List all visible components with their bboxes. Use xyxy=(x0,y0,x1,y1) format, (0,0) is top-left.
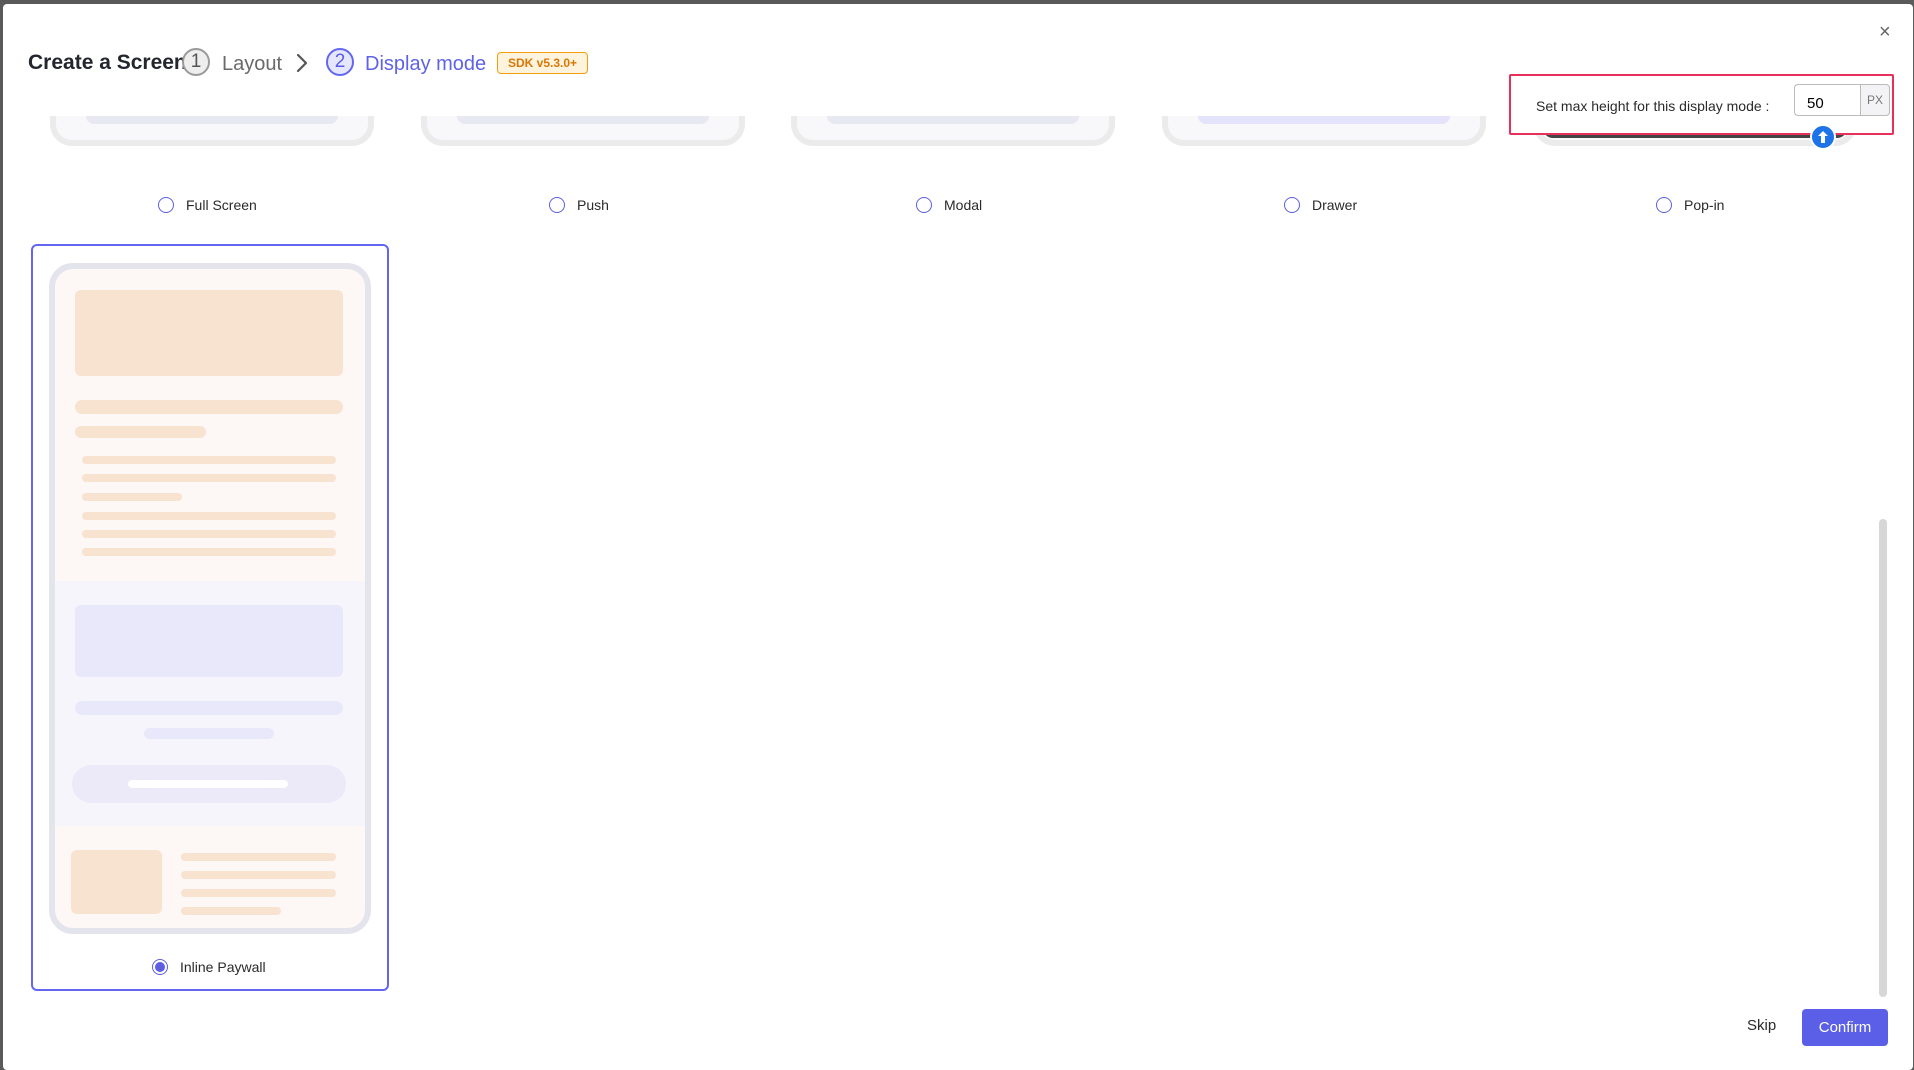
step-2-label[interactable]: Display mode xyxy=(365,53,486,76)
option-label: Push xyxy=(577,197,609,213)
radio-drawer[interactable] xyxy=(1284,197,1300,213)
option-full-screen[interactable]: Full Screen xyxy=(158,197,257,213)
option-pop-in[interactable]: Pop-in xyxy=(1656,197,1724,213)
option-inline-paywall[interactable]: Inline Paywall xyxy=(152,959,266,975)
max-height-unit: PX xyxy=(1860,84,1890,116)
option-label: Inline Paywall xyxy=(180,959,266,975)
step-1-indicator[interactable]: 1 xyxy=(182,48,210,76)
radio-modal[interactable] xyxy=(916,197,932,213)
radio-full-screen[interactable] xyxy=(158,197,174,213)
option-label: Pop-in xyxy=(1684,197,1725,213)
vertical-scrollbar[interactable] xyxy=(1879,519,1887,997)
confirm-button[interactable]: Confirm xyxy=(1802,1009,1888,1046)
option-label: Modal xyxy=(944,197,983,213)
modal-title: Create a Screen xyxy=(28,51,187,74)
sdk-version-badge: SDK v5.3.0+ xyxy=(497,52,589,74)
radio-pop-in[interactable] xyxy=(1656,197,1672,213)
option-drawer[interactable]: Drawer xyxy=(1284,197,1357,213)
chevron-right-icon xyxy=(296,53,308,73)
radio-inline-paywall[interactable] xyxy=(152,959,168,975)
resize-handle-icon[interactable] xyxy=(1810,124,1836,150)
option-modal[interactable]: Modal xyxy=(916,197,982,213)
max-height-input[interactable] xyxy=(1794,84,1860,116)
radio-push[interactable] xyxy=(549,197,565,213)
inline-paywall-card[interactable]: Inline Paywall xyxy=(31,244,389,991)
max-height-label: Set max height for this display mode : xyxy=(1536,98,1770,114)
max-height-panel: Set max height for this display mode : P… xyxy=(1509,74,1894,150)
skip-button[interactable]: Skip xyxy=(1747,1017,1776,1034)
option-label: Full Screen xyxy=(186,197,257,213)
step-2-indicator[interactable]: 2 xyxy=(326,48,354,76)
step-1-label[interactable]: Layout xyxy=(222,53,282,76)
modal-preview[interactable] xyxy=(791,116,1115,146)
option-label: Drawer xyxy=(1312,197,1358,213)
create-screen-modal: Create a Screen 1 Layout 2 Display mode … xyxy=(3,4,1913,1070)
option-push[interactable]: Push xyxy=(549,197,609,213)
full-screen-preview[interactable] xyxy=(50,116,374,146)
drawer-preview[interactable] xyxy=(1162,116,1486,146)
inline-paywall-preview xyxy=(49,263,371,934)
close-icon[interactable]: × xyxy=(1879,21,1891,44)
push-preview[interactable] xyxy=(421,116,745,146)
